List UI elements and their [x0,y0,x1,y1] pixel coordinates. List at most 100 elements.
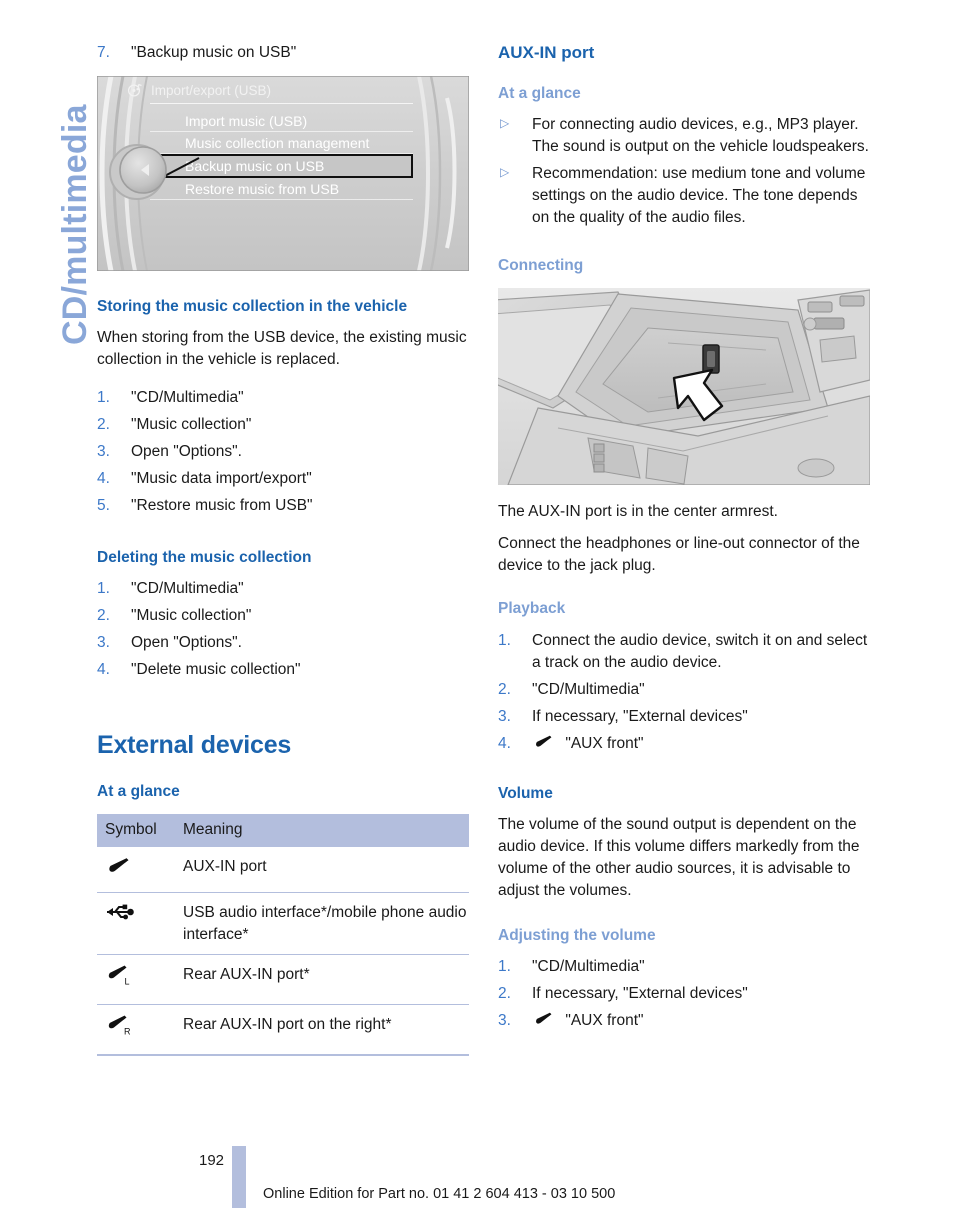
list-item: 5. "Restore music from USB" [97,495,469,517]
table-cell-meaning: USB audio interface*/mobile phone audio … [175,892,469,956]
table-cell-symbol: R [97,1004,175,1056]
table-cell-symbol [97,847,175,894]
table-cell-meaning: Rear AUX-IN port on the right* [175,1004,469,1056]
armrest-drawing [498,288,870,486]
table-cell-symbol: L [97,954,175,1006]
table-header-symbol: Symbol [97,814,175,848]
list-item: 4. "Music data import/export" [97,468,469,490]
list-text: "CD/Multimedia" [131,580,244,598]
list-text: "AUX front" [565,1011,644,1029]
left-arrow-knob-icon [109,144,167,200]
list-item: 2. "Music collection" [97,414,469,436]
table-row: USB audio interface*/mobile phone audio … [97,892,469,956]
connecting-para-2: Connect the headphones or line-out conne… [498,535,860,575]
list-number: 1. [498,957,511,975]
list-text: "AUX front" [565,734,644,752]
list-item: 3. Open "Options". [97,632,469,654]
list-text: Connect the audio device, switch it on a… [532,631,868,671]
aux-jack-icon [532,734,554,757]
list-item: ▷ Recommendation: use medium tone and vol… [498,163,870,229]
symbol-meaning-table: Symbol Meaning AUX-IN port USB audio int… [97,814,469,1056]
aux-jack-left-icon: L [108,966,130,987]
list-number: 5. [97,497,110,515]
list-number: 1. [97,389,110,407]
page-number: 192 [199,1152,225,1169]
svg-text:R: R [124,1027,131,1037]
list-number: 3. [498,707,511,725]
idrive-menu-item-music-collection-management[interactable]: Music collection management [150,132,413,154]
list-item: ▷ For connecting audio devices, e.g., MP3… [498,114,870,158]
left-column: 7. "Backup music on USB" Import/export (… [97,42,469,1056]
footer-accent-bar [232,1146,246,1208]
list-number: 7. [97,44,110,61]
storing-steps-list: 1. "CD/Multimedia" 2. "Music collection" 3… [97,387,469,517]
table-cell-meaning: AUX-IN port [175,847,469,894]
usb-icon [107,904,134,920]
list-item: 1. "CD/Multimedia" [498,956,870,978]
list-number: 2. [97,416,110,434]
table-cell-meaning: Rear AUX-IN port* [175,954,469,1006]
list-text: Open "Options". [131,634,242,652]
list-item: 2. If necessary, "External devices" [498,983,870,1005]
table-row: L Rear AUX-IN port* [97,954,469,1006]
heading-at-a-glance-aux: At a glance [498,85,581,103]
heading-volume: Volume [498,784,553,802]
list-item: 3. Open "Options". [97,441,469,463]
heading-aux-in-port: AUX-IN port [498,43,595,62]
page-title-external-devices: External devices [97,731,292,760]
step-7-list: 7. "Backup music on USB" [97,42,469,64]
list-number: 1. [97,580,110,598]
list-number: 1. [498,631,511,649]
heading-storing-music-collection: Storing the music collection in the vehi… [97,298,408,315]
list-item: 3. If necessary, "External devices" [498,706,870,728]
storing-body-text: When storing from the USB device, the ex… [97,329,467,369]
list-number: 3. [97,443,110,461]
aux-jack-icon [532,1011,554,1034]
idrive-menu-item-import-music[interactable]: Import music (USB) [150,110,413,132]
table-cell-symbol [97,892,175,956]
list-item: 3. "AUX front" [498,1010,870,1034]
table-header-meaning: Meaning [175,814,469,848]
list-item: 2. "Music collection" [97,605,469,627]
svg-text:L: L [125,977,130,987]
list-number: 2. [97,607,110,625]
music-disc-icon [127,83,142,97]
list-text: "CD/Multimedia" [532,957,645,975]
list-item: 7. "Backup music on USB" [97,42,469,64]
table-row: AUX-IN port [97,847,469,894]
triangle-bullet-icon: ▷ [500,116,510,131]
list-text: Recommendation: use medium tone and volu… [532,165,866,227]
list-text: If necessary, "External devices" [532,707,748,725]
idrive-header-title: Import/export (USB) [151,83,272,98]
right-column: AUX-IN port At a glance ▷ For connecting … [498,42,870,1039]
list-text: "Music collection" [131,607,252,625]
list-number: 2. [498,984,511,1002]
connecting-para-1: The AUX-IN port is in the center armrest… [498,503,778,521]
adjusting-steps-list: 1. "CD/Multimedia" 2. If necessary, "Exter… [498,956,870,1034]
list-item: 1. Connect the audio device, switch it on… [498,630,870,674]
list-item: 1. "CD/Multimedia" [97,387,469,409]
heading-connecting: Connecting [498,257,584,275]
table-row: R Rear AUX-IN port on the right* [97,1004,469,1056]
triangle-bullet-icon: ▷ [500,165,510,180]
aux-jack-icon [109,858,129,873]
list-text: For connecting audio devices, e.g., MP3 … [532,116,869,156]
list-text: "Music collection" [131,416,252,434]
list-item: 1. "CD/Multimedia" [97,578,469,600]
list-number: 3. [97,634,110,652]
aux-jack-right-icon: R [108,1015,131,1037]
